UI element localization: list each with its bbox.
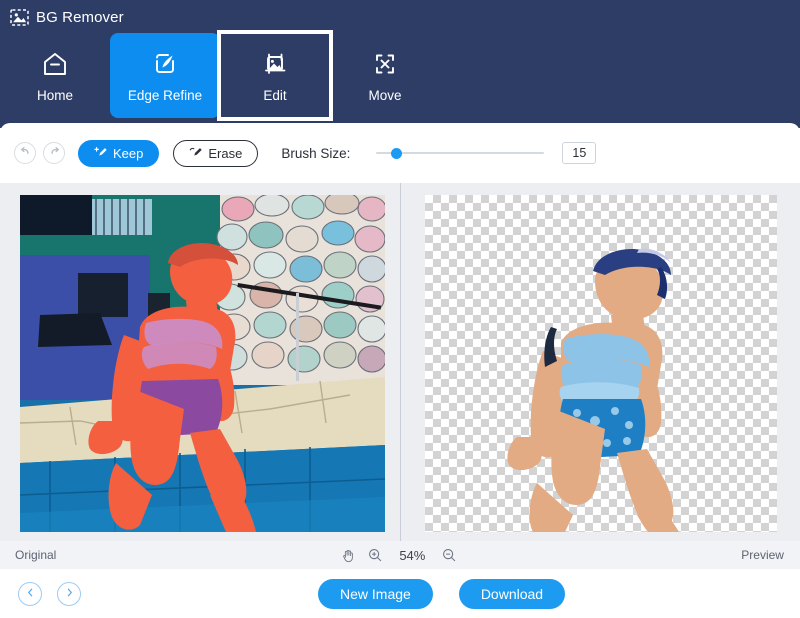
keep-label: Keep: [113, 145, 144, 161]
panel-divider: [400, 183, 401, 541]
erase-brush-button[interactable]: Erase: [173, 139, 259, 167]
nav-item-edge-refine[interactable]: Edge Refine: [110, 33, 220, 118]
nav-item-home[interactable]: Home: [0, 33, 110, 118]
status-bar: Original 54% Preview: [0, 541, 800, 569]
crop-image-icon: [260, 49, 290, 79]
preview-label: Preview: [741, 548, 784, 562]
brush-plus-icon: [94, 145, 108, 162]
nav-item-edit[interactable]: Edit: [217, 30, 333, 121]
bg-remover-app: BG Remover Home Edge Refine Edit Move Ke…: [0, 0, 800, 618]
footer-bar: New Image Download: [0, 569, 800, 618]
next-image-button[interactable]: [57, 581, 81, 606]
nav-label-move: Move: [368, 87, 402, 103]
nav-label-edit: Edit: [263, 87, 287, 103]
brush-minus-icon: [189, 145, 203, 162]
keep-brush-button[interactable]: Keep: [78, 139, 160, 167]
redo-button[interactable]: [43, 142, 65, 164]
zoom-in-icon[interactable]: [368, 548, 382, 562]
slider-thumb[interactable]: [391, 148, 403, 159]
redo-arrow-icon: [48, 144, 61, 162]
new-image-button[interactable]: New Image: [318, 578, 433, 609]
zoom-level: 54%: [399, 547, 426, 563]
previous-image-button[interactable]: [18, 581, 42, 606]
brush-size-slider[interactable]: [376, 145, 545, 161]
move-arrows-icon: [370, 49, 400, 79]
zoom-out-icon[interactable]: [442, 548, 456, 562]
erase-label: Erase: [208, 145, 243, 161]
brush-size-label: Brush Size:: [281, 145, 351, 161]
original-image[interactable]: [20, 195, 385, 532]
pen-edit-icon: [150, 49, 180, 79]
download-button[interactable]: Download: [458, 578, 566, 609]
main-nav: Home Edge Refine Edit Move: [0, 30, 440, 121]
preview-image[interactable]: [425, 195, 777, 532]
preview-panel[interactable]: [400, 183, 800, 541]
undo-arrow-icon: [19, 144, 32, 162]
brand: BG Remover: [10, 9, 124, 26]
original-label: Original: [15, 548, 57, 562]
edit-toolbar: Keep Erase Brush Size: 15: [0, 123, 800, 183]
nav-label-home: Home: [36, 87, 73, 103]
chevron-left-icon: [25, 585, 36, 603]
canvas-area: [0, 183, 800, 541]
hand-pan-icon[interactable]: [341, 548, 355, 563]
image-placeholder-icon: [10, 9, 29, 26]
brush-size-input[interactable]: 15: [562, 142, 597, 164]
undo-button[interactable]: [14, 142, 36, 164]
app-title: BG Remover: [36, 9, 124, 26]
app-header: BG Remover Home Edge Refine Edit Move: [0, 0, 800, 128]
zoom-controls: 54%: [341, 548, 456, 563]
original-panel[interactable]: [0, 183, 400, 541]
chevron-right-icon: [64, 585, 75, 603]
nav-label-edge-refine: Edge Refine: [127, 87, 203, 103]
home-icon: [40, 49, 70, 79]
nav-item-move[interactable]: Move: [330, 33, 440, 118]
